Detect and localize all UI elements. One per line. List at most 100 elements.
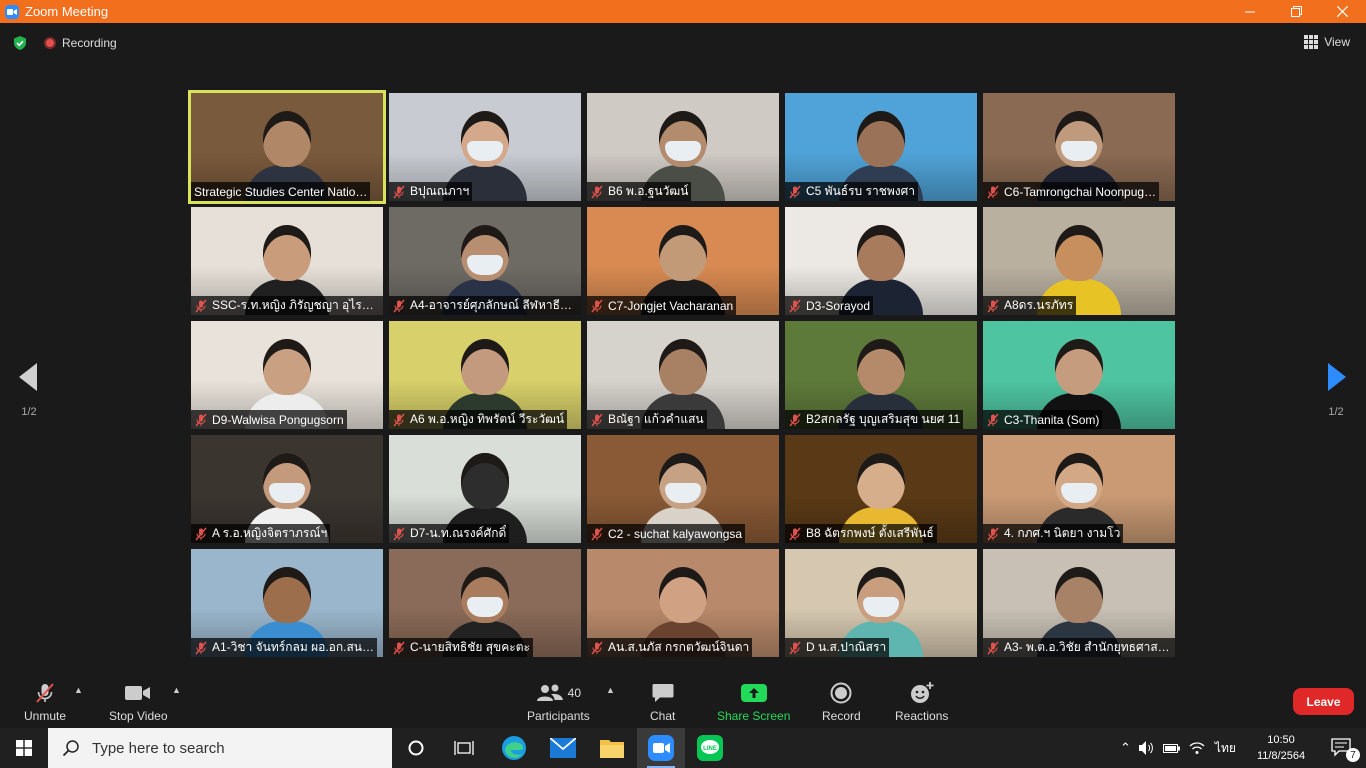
muted-microphone-icon <box>789 299 801 312</box>
video-options-caret-icon[interactable]: ▲ <box>172 685 181 695</box>
taskbar-edge[interactable] <box>490 728 538 768</box>
reactions-button[interactable]: Reactions <box>895 681 948 723</box>
participant-video-tile[interactable]: A6 พ.อ.หญิง ทิพรัตน์ วีระวัฒน์ <box>389 321 581 429</box>
participant-video-tile[interactable]: C5 พันธ์รบ ราชพงศา <box>785 93 977 201</box>
participant-video-tile[interactable]: 4. กภศ.ฯ นิตยา งามโว <box>983 435 1175 543</box>
participant-video-tile[interactable]: B6 พ.อ.ฐนวัฒน์ <box>587 93 779 201</box>
participant-name-bar: B2สกลรัฐ บุญเสริมสุข นยศ 11 <box>785 410 964 429</box>
participant-video-tile[interactable]: Bณัฐา แก้วคำแสน <box>587 321 779 429</box>
participant-video-tile[interactable]: Strategic Studies Center Natio… <box>188 90 386 204</box>
participant-video-tile[interactable]: B8 ฉัตรกพงษ์ ตั้งเสรีพันธ์ <box>785 435 977 543</box>
participant-video-tile[interactable]: D7-น.ท.ณรงค์ศักดิ์ <box>389 435 581 543</box>
cortana-button[interactable] <box>392 728 440 768</box>
share-screen-label: Share Screen <box>717 709 791 723</box>
participant-video-tile[interactable]: D9-Walwisa Pongugsorn <box>191 321 383 429</box>
participant-video-tile[interactable]: D3-Sorayod <box>785 207 977 315</box>
participant-video-tile[interactable]: Aน.ส.นภัส กรกตวัฒน์จินดา <box>587 549 779 657</box>
participant-video-tile[interactable]: C3-Thanita (Som) <box>983 321 1175 429</box>
participant-name: C-นายสิทธิชัย สุขคะตะ <box>410 640 530 654</box>
taskbar-line[interactable]: LINE <box>686 728 734 768</box>
window-title: Zoom Meeting <box>25 4 109 19</box>
muted-microphone-icon <box>393 299 405 312</box>
title-bar: Zoom Meeting <box>0 0 1366 23</box>
participant-video-tile[interactable]: SSC-ร.ท.หญิง ภิรัญชญา อุไรรัตน์ <box>191 207 383 315</box>
previous-page-control[interactable]: 1/2 <box>9 363 49 418</box>
task-view-button[interactable] <box>440 728 488 768</box>
recording-dot-icon <box>44 37 56 49</box>
meeting-status-bar: Recording View <box>0 23 1366 63</box>
participant-video-tile[interactable]: D น.ส.ปาณิสรา <box>785 549 977 657</box>
start-button[interactable] <box>0 728 48 768</box>
search-icon <box>62 740 79 757</box>
taskbar-zoom[interactable] <box>637 728 685 768</box>
edge-browser-icon <box>502 736 526 760</box>
participant-name: Bปุณณภาฯ <box>410 184 470 198</box>
record-label: Record <box>822 709 861 723</box>
stop-video-label: Stop Video <box>109 709 168 723</box>
participant-name: C7-Jongjet Vacharanan <box>608 298 734 313</box>
participant-video-tile[interactable]: C6-Tamrongchai Noonpug… <box>983 93 1175 201</box>
participant-name-bar: D3-Sorayod <box>785 296 874 315</box>
participant-video-tile[interactable]: A8ดร.นรภัทร <box>983 207 1175 315</box>
participant-video-tile[interactable]: Bปุณณภาฯ <box>389 93 581 201</box>
taskbar-mail[interactable] <box>539 728 587 768</box>
participant-name-bar: D น.ส.ปาณิสรา <box>785 638 890 657</box>
participant-name: A6 พ.อ.หญิง ทิพรัตน์ วีระวัฒน์ <box>410 412 565 426</box>
chat-button[interactable]: Chat <box>650 681 675 723</box>
next-page-arrow-icon[interactable] <box>1326 363 1346 391</box>
show-hidden-icons-chevron-icon[interactable]: ⌃ <box>1120 740 1131 756</box>
restore-button[interactable] <box>1273 0 1319 23</box>
participant-name: B6 พ.อ.ฐนวัฒน์ <box>608 184 689 198</box>
participant-video-tile[interactable]: C7-Jongjet Vacharanan <box>587 207 779 315</box>
participants-icon: 40 <box>536 681 581 705</box>
participant-name: Bณัฐา แก้วคำแสน <box>608 412 704 426</box>
participant-name-bar: B8 ฉัตรกพงษ์ ตั้งเสรีพันธ์ <box>785 524 937 543</box>
minimize-button[interactable] <box>1227 0 1273 23</box>
unmute-button[interactable]: Unmute <box>24 681 66 723</box>
line-app-icon: LINE <box>697 735 723 761</box>
participant-video-tile[interactable]: A4-อาจารย์ศุภลักษณ์ ลีฬหาธีร… <box>389 207 581 315</box>
participant-video-tile[interactable]: A3- พ.ต.อ.วิชัย สำนักยุทธศาสต… <box>983 549 1175 657</box>
taskbar-search-box[interactable]: Type here to search <box>48 728 392 768</box>
recording-indicator[interactable]: Recording <box>44 36 117 50</box>
leave-button[interactable]: Leave <box>1293 688 1354 715</box>
audio-options-caret-icon[interactable]: ▲ <box>74 685 83 695</box>
participant-video-tile[interactable]: B2สกลรัฐ บุญเสริมสุข นยศ 11 <box>785 321 977 429</box>
participant-name: 4. กภศ.ฯ นิตยา งามโว <box>1004 526 1121 540</box>
volume-icon[interactable] <box>1138 741 1155 755</box>
view-button[interactable]: View <box>1304 35 1350 49</box>
participant-video-tile[interactable]: C2 - suchat kalyawongsa <box>587 435 779 543</box>
muted-microphone-icon <box>591 185 603 198</box>
encryption-shield-icon[interactable] <box>12 35 28 51</box>
participant-video-tile[interactable]: A1-วิชา จันทร์กลม ผอ.อก.สน… <box>191 549 383 657</box>
grid-view-icon <box>1304 35 1319 49</box>
close-button[interactable] <box>1319 0 1365 23</box>
participant-video-tile[interactable]: C-นายสิทธิชัย สุขคะตะ <box>389 549 581 657</box>
muted-microphone-icon <box>393 185 405 198</box>
taskbar-file-explorer[interactable] <box>588 728 636 768</box>
input-language-indicator[interactable]: ไทย <box>1215 739 1236 758</box>
stop-video-button[interactable]: Stop Video <box>109 681 168 723</box>
participant-name-bar: A8ดร.นรภัทร <box>983 296 1077 315</box>
participants-button[interactable]: 40 Participants <box>527 681 590 723</box>
mail-icon <box>550 738 576 758</box>
participants-options-caret-icon[interactable]: ▲ <box>606 685 615 695</box>
next-page-control[interactable]: 1/2 <box>1316 363 1356 418</box>
muted-microphone-icon <box>195 527 207 540</box>
wifi-icon[interactable] <box>1189 741 1205 755</box>
record-button[interactable]: Record <box>822 681 861 723</box>
share-screen-button[interactable]: Share Screen <box>717 681 790 723</box>
participant-name: D น.ส.ปาณิสรา <box>806 640 887 654</box>
previous-page-arrow-icon[interactable] <box>19 363 39 391</box>
taskbar-clock[interactable]: 10:50 11/8/2564 <box>1250 732 1312 764</box>
participant-name: A ร.อ.หญิงจิตราภรณ์ฯ <box>212 526 328 540</box>
battery-icon[interactable] <box>1162 742 1181 754</box>
smiley-reaction-icon <box>910 681 934 705</box>
participant-name: A4-อาจารย์ศุภลักษณ์ ลีฬหาธีร… <box>410 298 578 312</box>
participant-name-bar: B6 พ.อ.ฐนวัฒน์ <box>587 182 692 201</box>
participant-name-bar: D7-น.ท.ณรงค์ศักดิ์ <box>389 524 510 543</box>
participant-video-tile[interactable]: A ร.อ.หญิงจิตราภรณ์ฯ <box>191 435 383 543</box>
action-center-button[interactable]: 7 <box>1318 728 1366 768</box>
muted-microphone-icon <box>789 185 801 198</box>
chat-label: Chat <box>650 709 676 723</box>
